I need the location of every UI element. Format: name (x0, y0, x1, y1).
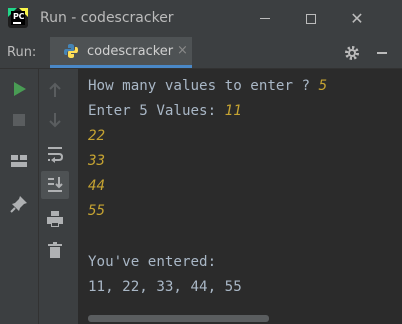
down-arrow-icon[interactable] (45, 110, 65, 130)
user-input: 22 (88, 128, 106, 144)
console-line: Enter 5 Values: 11 (88, 103, 242, 119)
hide-icon[interactable] (377, 52, 387, 54)
tab-label: codescracker (87, 44, 174, 59)
python-icon (64, 44, 78, 58)
user-input: 33 (88, 153, 106, 169)
minimize-icon (260, 18, 270, 19)
gear-icon[interactable] (343, 44, 361, 62)
prompt-text: Enter 5 Values: (88, 103, 225, 119)
window-title: Run - codescracker (40, 10, 174, 26)
run-icon[interactable] (9, 79, 29, 99)
user-input: 44 (88, 178, 106, 194)
close-icon: ✕ (350, 9, 364, 28)
horizontal-scrollbar[interactable] (88, 315, 269, 322)
layout-icon[interactable] (9, 151, 29, 171)
console-line: How many values to enter ? 5 (88, 78, 327, 94)
tab-close-icon[interactable]: × (177, 43, 188, 58)
result-values: 11, 22, 33, 44, 55 (88, 279, 242, 295)
stop-icon[interactable] (9, 110, 29, 130)
tab-codescracker[interactable]: codescracker × (50, 37, 192, 68)
trash-icon[interactable] (45, 240, 65, 260)
pycharm-logo: PC (8, 8, 28, 28)
scroll-to-end-icon[interactable] (45, 175, 65, 195)
print-icon[interactable] (45, 209, 65, 229)
minimize-button[interactable] (242, 0, 288, 37)
soft-wrap-icon[interactable] (45, 144, 65, 164)
sidebar-divider (38, 69, 39, 324)
user-input: 11 (224, 103, 242, 119)
pin-icon[interactable] (9, 194, 29, 214)
result-label: You've entered: (88, 254, 217, 270)
maximize-button[interactable] (288, 0, 334, 37)
prompt-text: How many values to enter ? (88, 78, 319, 94)
run-label: Run: (7, 45, 37, 60)
run-toolbar: Run: codescracker × (0, 37, 402, 69)
user-input: 5 (318, 78, 328, 94)
console-output[interactable]: How many values to enter ? 5 Enter 5 Val… (78, 69, 402, 324)
title-bar: PC Run - codescracker ✕ (0, 0, 402, 37)
up-arrow-icon[interactable] (45, 80, 65, 100)
user-input: 55 (88, 203, 106, 219)
close-button[interactable]: ✕ (334, 0, 380, 37)
maximize-icon (306, 13, 316, 24)
